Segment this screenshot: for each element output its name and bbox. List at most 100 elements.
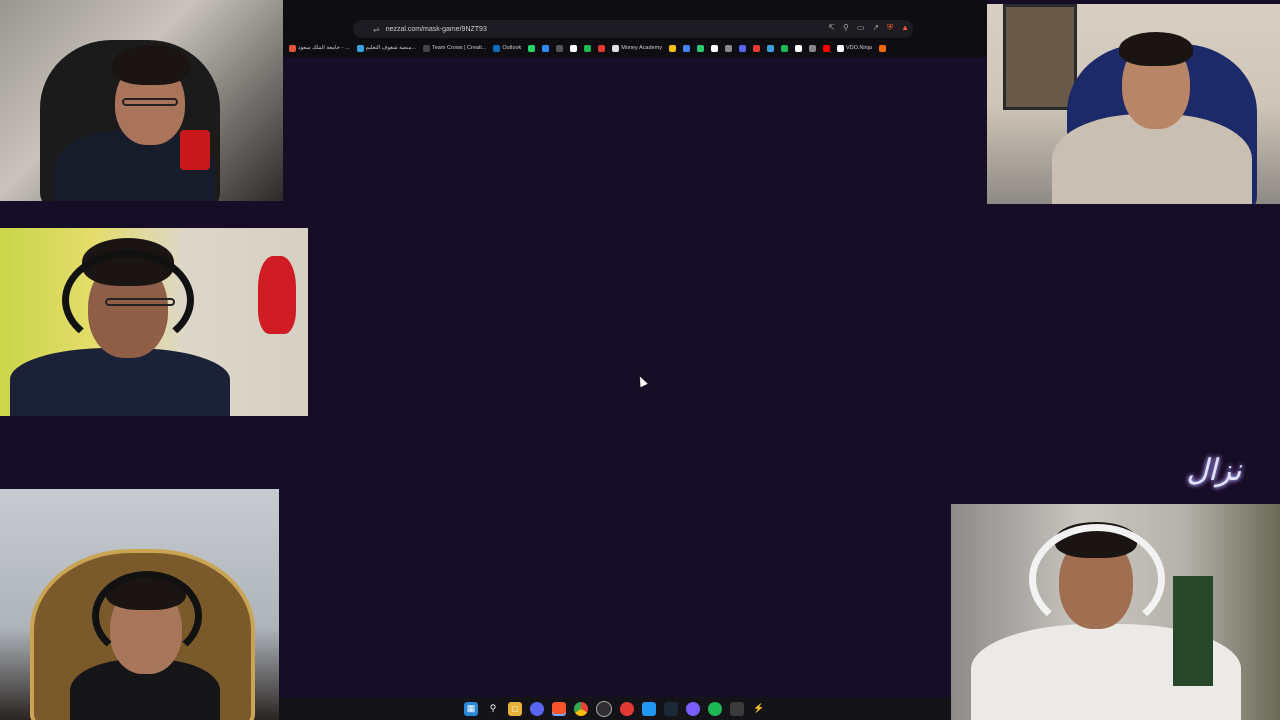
bookmark-item[interactable]: [766, 44, 774, 52]
chrome-icon[interactable]: [574, 701, 588, 716]
bookmark-favicon-icon: [356, 44, 364, 52]
bookmark-favicon-icon: [668, 44, 676, 52]
webcam-tile-4: [0, 489, 279, 720]
bookmark-item[interactable]: [822, 44, 830, 52]
bookmark-item[interactable]: [528, 44, 536, 52]
brave-rewards-icon[interactable]: ▲: [901, 23, 909, 33]
app-purple-icon[interactable]: [686, 701, 700, 716]
bookmark-label: منصة شغوف التعليم...: [365, 45, 416, 51]
bookmark-favicon-icon: [423, 44, 430, 52]
spotify-icon[interactable]: [708, 701, 722, 716]
bookmark-favicon-icon: [766, 44, 774, 52]
bookmark-favicon-icon: [878, 44, 886, 52]
webcam-tile-3: [0, 228, 308, 416]
app-blue-icon[interactable]: [642, 701, 656, 716]
bookmark-favicon-icon: [738, 44, 746, 52]
bookmark-favicon-icon: [794, 44, 802, 52]
bookmark-item[interactable]: [794, 44, 802, 52]
discord-icon[interactable]: [530, 701, 544, 716]
microphone: [180, 130, 210, 170]
bookmark-item[interactable]: [542, 44, 550, 52]
zoom-icon[interactable]: ⚲: [843, 23, 849, 33]
windows-start-icon[interactable]: ▦: [464, 701, 478, 716]
bookmark-item[interactable]: [878, 44, 886, 52]
app-gray-icon[interactable]: [730, 701, 744, 716]
bookmark-label: جامعة الملك سعود - ...: [298, 45, 350, 51]
brave-shield-icon[interactable]: ⛨: [887, 23, 893, 33]
bookmark-label: Money Academy: [621, 45, 662, 51]
person-hair: [1119, 32, 1193, 66]
headset: [92, 571, 202, 661]
share-icon[interactable]: ↗: [872, 23, 879, 33]
bookmark-item[interactable]: Money Academy: [612, 44, 662, 52]
brave-icon[interactable]: [552, 701, 566, 716]
person-body: [10, 348, 230, 416]
wall-photo: [1003, 4, 1077, 110]
bookmark-item[interactable]: [710, 44, 718, 52]
bookmark-item[interactable]: جامعة الملك سعود - ...: [289, 44, 350, 52]
bookmark-item[interactable]: [724, 44, 732, 52]
channel-logo: نزال: [1186, 453, 1243, 488]
bookmark-item[interactable]: [808, 44, 816, 52]
webcam-tile-2: [987, 4, 1280, 204]
bookmark-favicon-icon: [710, 44, 718, 52]
bookmark-item[interactable]: [570, 44, 578, 52]
address-bar[interactable]: ⇌ nezzal.com/mask-game/9NZT93 ↸ ⚲ ▭ ↗ ⛨ …: [353, 20, 913, 38]
bookmark-favicon-icon: [289, 44, 296, 52]
bookmark-item[interactable]: منصة شغوف التعليم...: [356, 44, 416, 52]
bookmark-favicon-icon: [598, 44, 606, 52]
cast-icon[interactable]: ▭: [857, 23, 865, 33]
bookmark-favicon-icon: [612, 44, 620, 52]
bookmark-favicon-icon: [570, 44, 578, 52]
glasses: [122, 98, 178, 106]
bookmark-item[interactable]: [696, 44, 704, 52]
translate-icon[interactable]: ↸: [828, 23, 835, 33]
site-info-icon[interactable]: ⇌: [373, 25, 380, 34]
bookmark-favicon-icon: [584, 44, 592, 52]
app-red-icon[interactable]: [620, 701, 634, 716]
bookmark-favicon-icon: [808, 44, 816, 52]
bookmarks-bar: جامعة الملك سعود - ... منصة شغوف التعليم.…: [283, 41, 987, 55]
browser-window-top: ▯ ⇌ nezzal.com/mask-game/9NZT93 ↸ ⚲ ▭ ↗ …: [283, 0, 987, 57]
bookmark-favicon-icon: [752, 44, 760, 52]
webcam-tile-1: [0, 0, 283, 201]
bookmark-favicon-icon: [696, 44, 704, 52]
bookmark-item[interactable]: Team Crows | Creati...: [423, 44, 487, 52]
bookmark-favicon-icon: [556, 44, 564, 52]
headset: [1029, 524, 1165, 634]
bookmark-favicon-icon: [682, 44, 690, 52]
bookmark-favicon-icon: [724, 44, 732, 52]
bookmark-item[interactable]: [668, 44, 676, 52]
bolt-icon[interactable]: ⚡: [752, 702, 766, 716]
bookmark-label: VDO.Ninja: [845, 45, 872, 51]
person-hair: [112, 45, 190, 85]
url-text[interactable]: nezzal.com/mask-game/9NZT93: [386, 26, 487, 33]
bookmark-item[interactable]: Outlook: [493, 44, 521, 52]
bookmark-item[interactable]: VDO.Ninja: [836, 44, 872, 52]
bookmark-favicon-icon: [542, 44, 550, 52]
bookmark-favicon-icon: [822, 44, 830, 52]
steam-icon[interactable]: [664, 701, 678, 716]
bookmark-favicon-icon: [493, 44, 501, 52]
bookmark-item[interactable]: [738, 44, 746, 52]
bookmark-label: Team Crows | Creati...: [432, 45, 487, 51]
webcam-tile-5: [951, 504, 1280, 720]
flag: [1173, 576, 1213, 686]
bookmark-item[interactable]: [556, 44, 564, 52]
bookmark-item[interactable]: [598, 44, 606, 52]
windows-taskbar: ▦ ⚲ □ ⚡: [279, 697, 951, 720]
bookmark-item[interactable]: [780, 44, 788, 52]
bookmark-favicon-icon: [528, 44, 536, 52]
glasses: [105, 298, 175, 306]
address-bar-actions: ↸ ⚲ ▭ ↗ ⛨ ▲: [828, 23, 909, 33]
bookmark-item[interactable]: [752, 44, 760, 52]
ramadan-lantern: [258, 256, 296, 334]
obs-icon[interactable]: [596, 700, 612, 717]
bookmark-favicon-icon: [780, 44, 788, 52]
mouse-cursor-icon: [636, 374, 648, 388]
bookmark-item[interactable]: [584, 44, 592, 52]
search-icon[interactable]: ⚲: [486, 702, 500, 716]
file-explorer-icon[interactable]: □: [508, 701, 522, 716]
bookmark-favicon-icon: [836, 44, 844, 52]
bookmark-item[interactable]: [682, 44, 690, 52]
